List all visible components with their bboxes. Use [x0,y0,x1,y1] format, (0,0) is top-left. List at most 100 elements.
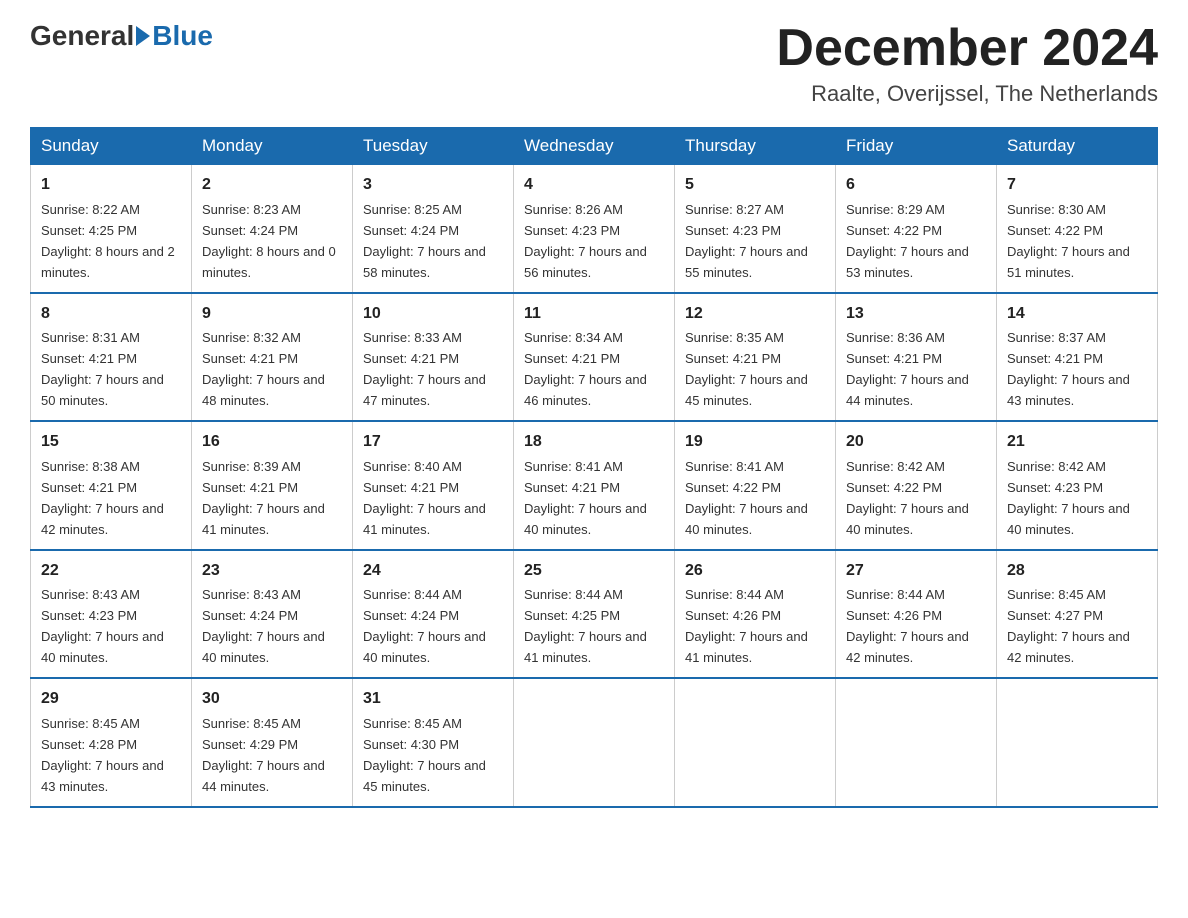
cell-sunrise: Sunrise: 8:45 AM [1007,587,1106,602]
cell-sunrise: Sunrise: 8:44 AM [524,587,623,602]
cell-sunset: Sunset: 4:23 PM [1007,480,1103,495]
header-saturday: Saturday [997,128,1158,165]
cell-sunset: Sunset: 4:26 PM [846,608,942,623]
day-number: 13 [846,302,986,327]
day-number: 3 [363,173,503,198]
table-row: 26 Sunrise: 8:44 AM Sunset: 4:26 PM Dayl… [675,550,836,678]
cell-daylight: Daylight: 7 hours and 58 minutes. [363,244,486,280]
table-row: 18 Sunrise: 8:41 AM Sunset: 4:21 PM Dayl… [514,421,675,549]
day-number: 8 [41,302,181,327]
cell-daylight: Daylight: 7 hours and 40 minutes. [685,501,808,537]
cell-sunset: Sunset: 4:23 PM [524,223,620,238]
cell-sunrise: Sunrise: 8:31 AM [41,330,140,345]
cell-sunrise: Sunrise: 8:41 AM [524,459,623,474]
table-row: 11 Sunrise: 8:34 AM Sunset: 4:21 PM Dayl… [514,293,675,421]
cell-sunrise: Sunrise: 8:37 AM [1007,330,1106,345]
cell-daylight: Daylight: 7 hours and 42 minutes. [41,501,164,537]
cell-sunrise: Sunrise: 8:44 AM [846,587,945,602]
cell-daylight: Daylight: 7 hours and 41 minutes. [202,501,325,537]
table-row: 8 Sunrise: 8:31 AM Sunset: 4:21 PM Dayli… [31,293,192,421]
calendar-table: Sunday Monday Tuesday Wednesday Thursday… [30,127,1158,807]
cell-sunset: Sunset: 4:25 PM [41,223,137,238]
calendar-header-row: Sunday Monday Tuesday Wednesday Thursday… [31,128,1158,165]
cell-sunrise: Sunrise: 8:39 AM [202,459,301,474]
day-number: 4 [524,173,664,198]
logo-arrow-icon [136,26,150,46]
header-sunday: Sunday [31,128,192,165]
table-row: 20 Sunrise: 8:42 AM Sunset: 4:22 PM Dayl… [836,421,997,549]
cell-sunset: Sunset: 4:21 PM [202,480,298,495]
day-number: 20 [846,430,986,455]
title-area: December 2024 Raalte, Overijssel, The Ne… [776,20,1158,107]
table-row: 6 Sunrise: 8:29 AM Sunset: 4:22 PM Dayli… [836,165,997,293]
table-row: 29 Sunrise: 8:45 AM Sunset: 4:28 PM Dayl… [31,678,192,806]
cell-daylight: Daylight: 7 hours and 40 minutes. [202,629,325,665]
cell-sunrise: Sunrise: 8:43 AM [41,587,140,602]
day-number: 27 [846,559,986,584]
cell-daylight: Daylight: 7 hours and 40 minutes. [846,501,969,537]
day-number: 31 [363,687,503,712]
cell-sunrise: Sunrise: 8:29 AM [846,202,945,217]
cell-sunset: Sunset: 4:28 PM [41,737,137,752]
calendar-week-row: 15 Sunrise: 8:38 AM Sunset: 4:21 PM Dayl… [31,421,1158,549]
logo-blue: Blue [152,20,213,52]
cell-sunrise: Sunrise: 8:35 AM [685,330,784,345]
cell-sunset: Sunset: 4:24 PM [363,608,459,623]
logo-general: General [30,20,134,52]
cell-sunrise: Sunrise: 8:27 AM [685,202,784,217]
table-row: 13 Sunrise: 8:36 AM Sunset: 4:21 PM Dayl… [836,293,997,421]
cell-sunrise: Sunrise: 8:33 AM [363,330,462,345]
cell-daylight: Daylight: 7 hours and 40 minutes. [1007,501,1130,537]
table-row: 9 Sunrise: 8:32 AM Sunset: 4:21 PM Dayli… [192,293,353,421]
cell-daylight: Daylight: 7 hours and 56 minutes. [524,244,647,280]
cell-daylight: Daylight: 7 hours and 41 minutes. [524,629,647,665]
table-row: 30 Sunrise: 8:45 AM Sunset: 4:29 PM Dayl… [192,678,353,806]
cell-sunrise: Sunrise: 8:34 AM [524,330,623,345]
cell-sunset: Sunset: 4:22 PM [1007,223,1103,238]
cell-sunrise: Sunrise: 8:38 AM [41,459,140,474]
header-wednesday: Wednesday [514,128,675,165]
day-number: 11 [524,302,664,327]
day-number: 12 [685,302,825,327]
cell-sunrise: Sunrise: 8:44 AM [363,587,462,602]
day-number: 16 [202,430,342,455]
day-number: 30 [202,687,342,712]
cell-sunset: Sunset: 4:23 PM [41,608,137,623]
cell-sunset: Sunset: 4:22 PM [685,480,781,495]
cell-daylight: Daylight: 7 hours and 43 minutes. [41,758,164,794]
table-row: 21 Sunrise: 8:42 AM Sunset: 4:23 PM Dayl… [997,421,1158,549]
table-row [514,678,675,806]
cell-sunrise: Sunrise: 8:23 AM [202,202,301,217]
table-row: 22 Sunrise: 8:43 AM Sunset: 4:23 PM Dayl… [31,550,192,678]
month-title: December 2024 [776,20,1158,77]
cell-daylight: Daylight: 7 hours and 40 minutes. [41,629,164,665]
calendar-week-row: 8 Sunrise: 8:31 AM Sunset: 4:21 PM Dayli… [31,293,1158,421]
cell-daylight: Daylight: 7 hours and 44 minutes. [202,758,325,794]
table-row: 12 Sunrise: 8:35 AM Sunset: 4:21 PM Dayl… [675,293,836,421]
cell-sunrise: Sunrise: 8:45 AM [41,716,140,731]
cell-sunset: Sunset: 4:21 PM [524,480,620,495]
table-row [997,678,1158,806]
table-row: 7 Sunrise: 8:30 AM Sunset: 4:22 PM Dayli… [997,165,1158,293]
day-number: 23 [202,559,342,584]
day-number: 17 [363,430,503,455]
cell-daylight: Daylight: 7 hours and 47 minutes. [363,372,486,408]
cell-sunset: Sunset: 4:24 PM [363,223,459,238]
day-number: 26 [685,559,825,584]
cell-daylight: Daylight: 7 hours and 48 minutes. [202,372,325,408]
day-number: 9 [202,302,342,327]
cell-sunrise: Sunrise: 8:44 AM [685,587,784,602]
cell-sunrise: Sunrise: 8:45 AM [202,716,301,731]
day-number: 29 [41,687,181,712]
cell-sunset: Sunset: 4:21 PM [363,351,459,366]
day-number: 28 [1007,559,1147,584]
cell-sunset: Sunset: 4:21 PM [41,351,137,366]
cell-sunrise: Sunrise: 8:30 AM [1007,202,1106,217]
cell-sunset: Sunset: 4:21 PM [1007,351,1103,366]
cell-daylight: Daylight: 7 hours and 42 minutes. [846,629,969,665]
day-number: 2 [202,173,342,198]
header-thursday: Thursday [675,128,836,165]
cell-sunset: Sunset: 4:21 PM [202,351,298,366]
cell-sunset: Sunset: 4:24 PM [202,223,298,238]
day-number: 14 [1007,302,1147,327]
